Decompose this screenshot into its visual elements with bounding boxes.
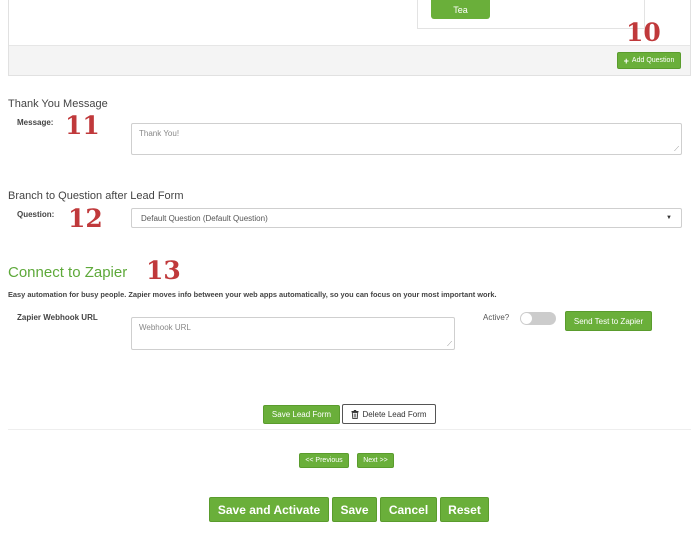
save-lead-form-button[interactable]: Save Lead Form [263,405,340,424]
save-button[interactable]: Save [332,497,377,522]
reset-button[interactable]: Reset [440,497,489,522]
trash-icon [351,409,359,419]
add-question-button[interactable]: + Add Question [617,52,681,69]
save-and-activate-button[interactable]: Save and Activate [209,497,329,522]
previous-button[interactable]: << Previous [299,453,349,468]
step-marker-11: 11 [65,111,100,140]
send-test-to-zapier-button[interactable]: Send Test to Zapier [565,311,652,331]
question-label: Question: [17,210,55,219]
webhook-url-label: Zapier Webhook URL [17,313,98,322]
webhook-url-textarea[interactable]: Webhook URL ⟋ [131,317,455,350]
zapier-description: Easy automation for busy people. Zapier … [8,290,497,299]
thank-you-section-title: Thank You Message [8,98,108,110]
answer-option-tea[interactable]: Tea [431,0,490,19]
question-panel-footer [9,45,690,75]
step-marker-13: 13 [146,256,181,285]
next-button[interactable]: Next >> [357,453,394,468]
cancel-button[interactable]: Cancel [380,497,437,522]
thank-you-message-textarea[interactable]: Thank You! ⟋ [131,123,682,155]
webhook-placeholder: Webhook URL [139,323,191,332]
plus-icon: + [623,55,629,66]
message-label: Message: [17,118,54,127]
zapier-section-title: Connect to Zapier [8,264,128,281]
toggle-knob [521,313,532,324]
chevron-down-icon: ▼ [666,215,672,221]
message-placeholder: Thank You! [139,129,180,138]
resize-grip-icon[interactable]: ⟋ [674,146,679,153]
branch-question-select[interactable]: Default Question (Default Question) ▼ [131,208,682,228]
resize-grip-icon[interactable]: ⟋ [447,341,452,348]
step-marker-10: 10 [626,18,661,47]
branch-section-title: Branch to Question after Lead Form [8,190,184,202]
active-toggle[interactable] [520,312,556,325]
branch-question-selected: Default Question (Default Question) [141,213,268,223]
delete-lead-form-label: Delete Lead Form [362,409,427,419]
add-question-label: Add Question [631,57,675,64]
active-label: Active? [483,313,510,322]
section-divider [8,429,691,430]
delete-lead-form-button[interactable]: Delete Lead Form [342,404,436,424]
step-marker-12: 12 [68,204,103,233]
